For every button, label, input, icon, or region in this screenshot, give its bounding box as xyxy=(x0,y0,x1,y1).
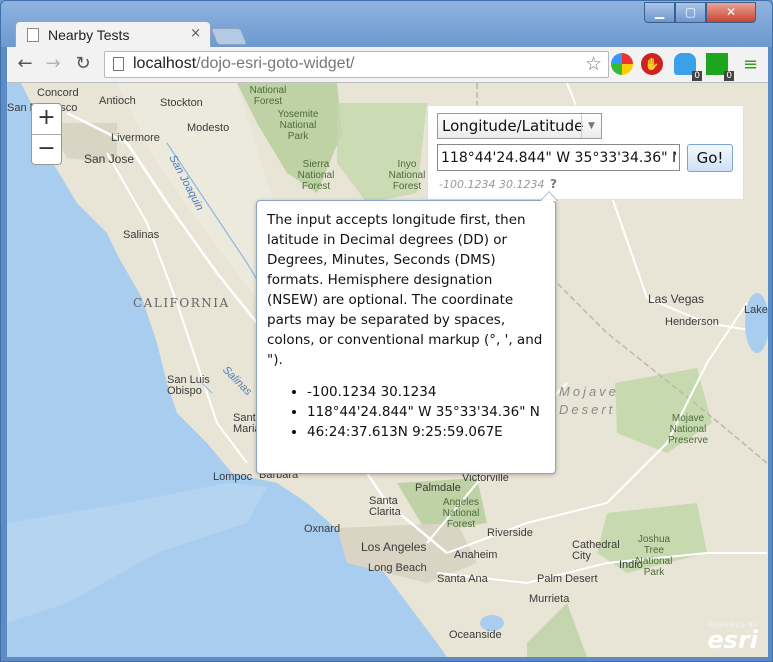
list-item: -100.1234 30.1234 xyxy=(307,382,545,402)
map-label: Henderson xyxy=(665,316,719,328)
map-label: Stockton xyxy=(160,97,203,109)
park-label: Yosemite National Park xyxy=(277,109,319,142)
url-text[interactable]: localhost/dojo-esri-goto-widget/ xyxy=(133,55,354,73)
url-path: /dojo-esri-goto-widget/ xyxy=(196,55,355,72)
coordinate-format-select[interactable]: Longitude/Latitude ▼ xyxy=(437,113,602,139)
map-label: Murrieta xyxy=(529,593,570,605)
region-label: Mojave Desert xyxy=(559,384,619,417)
coordinate-format-value: Longitude/Latitude xyxy=(442,117,584,135)
map-label: Lake xyxy=(744,304,768,316)
new-tab-button[interactable] xyxy=(210,28,248,45)
stop-icon[interactable]: ✋ xyxy=(641,53,663,75)
park-label: Inyo National Forest xyxy=(388,159,426,192)
address-bar[interactable]: localhost/dojo-esri-goto-widget/ ☆ xyxy=(104,51,609,78)
browser-window: Nearby Tests × ▁ ▢ ✕ ← → ↻ localhost/doj… xyxy=(0,0,773,662)
zoom-out-button[interactable]: − xyxy=(32,134,61,164)
list-item: 46:24:37.613N 9:25:59.067E xyxy=(307,422,545,442)
forward-button[interactable]: → xyxy=(41,52,65,76)
map-label: Anaheim xyxy=(454,549,498,561)
map-label-state: CALIFORNIA xyxy=(133,296,230,310)
map-label: San Jose xyxy=(84,152,135,166)
map-label: Palmdale xyxy=(415,482,461,494)
list-item: 118°44'24.844" W 35°33'34.36" N xyxy=(307,402,545,422)
maximize-button[interactable]: ▢ xyxy=(675,2,706,23)
map-label: San Luis Obispo xyxy=(167,374,210,397)
bookmark-star-icon[interactable]: ☆ xyxy=(585,53,602,75)
map-label: Lompoc xyxy=(213,471,253,483)
esri-attribution[interactable]: POWERED BY esri xyxy=(707,622,758,654)
map-label: Oxnard xyxy=(304,523,341,535)
esri-logo: esri xyxy=(707,626,758,654)
map-label: Livermore xyxy=(111,132,160,144)
close-window-button[interactable]: ✕ xyxy=(706,2,756,23)
park-label: Sierra National Forest xyxy=(297,159,335,192)
url-host: localhost xyxy=(133,55,197,72)
park-label: Mojave National Preserve xyxy=(667,413,708,446)
browser-menu-icon[interactable]: ≡ xyxy=(743,54,758,75)
park-label: National Forest xyxy=(249,85,287,107)
minimize-button[interactable]: ▁ xyxy=(644,2,675,23)
map-label: Riverside xyxy=(487,527,533,539)
tooltip-arrow xyxy=(540,191,558,201)
zoom-in-button[interactable]: + xyxy=(32,104,61,134)
back-button[interactable]: ← xyxy=(13,52,37,76)
extension-badge: 0 xyxy=(724,71,734,81)
goto-widget: Longitude/Latitude ▼ Go! -100.1234 30.12… xyxy=(427,105,744,200)
map-label: Modesto xyxy=(187,122,230,134)
tab-title: Nearby Tests xyxy=(48,27,130,43)
map-label: Oceanside xyxy=(449,629,502,641)
tab-close-icon[interactable]: × xyxy=(190,26,201,41)
map-label: Concord xyxy=(37,87,79,99)
map-label: Cathedral City xyxy=(572,539,620,562)
color-wheel-icon[interactable] xyxy=(611,53,633,75)
tooltip-text: The input accepts longitude first, then … xyxy=(267,212,543,368)
map-label: Las Vegas xyxy=(648,292,705,306)
page-icon xyxy=(113,57,124,71)
ghost-icon[interactable]: 0 xyxy=(674,53,702,81)
example-hint: -100.1234 30.1234 xyxy=(439,178,545,191)
chevron-down-icon[interactable]: ▼ xyxy=(581,114,601,138)
go-button[interactable]: Go! xyxy=(687,144,733,172)
extension-badge: 0 xyxy=(692,71,702,81)
map-view[interactable]: Concord San Francisco Antioch Stockton L… xyxy=(7,83,768,657)
park-label: Joshua Tree National Park xyxy=(635,534,673,578)
map-label: Antioch xyxy=(99,95,136,107)
page-icon xyxy=(27,28,39,42)
map-label: Santa Ana xyxy=(437,573,488,585)
map-label: Salinas xyxy=(123,229,160,241)
map-label: Santa Clarita xyxy=(369,495,401,518)
title-bar: Nearby Tests × ▁ ▢ ✕ xyxy=(1,1,772,48)
map-label: Los Angeles xyxy=(361,540,427,554)
example-list: -100.1234 30.1234 118°44'24.844" W 35°33… xyxy=(267,382,545,442)
help-icon[interactable]: ? xyxy=(550,177,557,191)
browser-toolbar: ← → ↻ localhost/dojo-esri-goto-widget/ ☆… xyxy=(7,47,768,83)
map-label: Palm Desert xyxy=(537,573,598,585)
reload-button[interactable]: ↻ xyxy=(71,52,95,76)
green-square-icon[interactable]: 0 xyxy=(706,53,734,81)
park-label: Angeles National Forest xyxy=(442,497,480,530)
map-label: Long Beach xyxy=(368,562,427,574)
coordinate-input[interactable] xyxy=(437,144,680,171)
browser-tab[interactable]: Nearby Tests × xyxy=(15,21,211,48)
help-tooltip: The input accepts longitude first, then … xyxy=(256,191,558,474)
zoom-control: + − xyxy=(31,103,62,165)
